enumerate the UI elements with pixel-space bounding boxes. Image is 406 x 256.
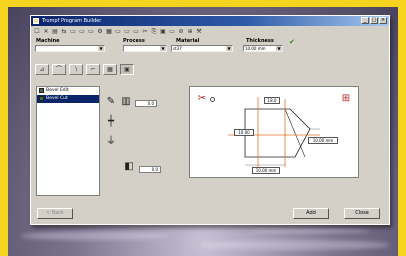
window-title: Trumpf Program Builder [42, 18, 102, 24]
chevron-down-icon: ▼ [276, 46, 282, 51]
bg-streak [20, 232, 170, 240]
list-icon[interactable]: ▤ [52, 29, 58, 35]
frame-icon[interactable]: ▭ [88, 29, 94, 35]
frame-icon[interactable]: ▭ [70, 29, 76, 35]
dim-top[interactable]: 18.0 [264, 97, 280, 104]
node-icon [39, 96, 44, 101]
nozzle-icon[interactable]: ⏚ [105, 136, 117, 148]
chevron-down-icon: ▼ [98, 46, 104, 51]
frame-icon[interactable]: ▭ [115, 29, 121, 35]
maximize-button[interactable]: □ [370, 17, 378, 24]
paste-icon[interactable]: ▣ [160, 29, 166, 35]
bg-streak [250, 228, 370, 233]
cut-icon[interactable]: ✂ [142, 29, 148, 35]
machine-label: Machine [36, 38, 60, 44]
frame-icon[interactable]: ▭ [169, 29, 175, 35]
tree-item[interactable]: Bevel Cut [37, 95, 99, 103]
bevel-radio[interactable] [210, 97, 215, 102]
mode-bevel-icon[interactable]: ⊿ [35, 64, 49, 75]
view-icon[interactable]: ⊞ [340, 93, 352, 105]
tree-item-label: Bevel Edit [46, 88, 69, 93]
grid-icon[interactable]: ▦ [106, 29, 112, 35]
angle-icon[interactable]: ┿ [105, 116, 117, 128]
mode-bend-icon[interactable]: ⌐ [86, 64, 100, 75]
add-icon[interactable]: ⊕ [187, 29, 193, 35]
settings-icon[interactable]: ⚙ [97, 29, 103, 35]
dim-left[interactable]: 10.00 [234, 129, 254, 136]
chevron-down-icon: ▼ [160, 46, 166, 51]
length-icon[interactable]: ◧ [123, 161, 135, 173]
material-select[interactable]: st37 ▼ [171, 45, 233, 52]
toolbar: ☐ ✕ ▤ ⇆ ▭ ▭ ▭ ⚙ ▦ ▭ ▭ ▭ ✂ ⎘ ▣ ▭ ⊘ ⊕ ⚒ [34, 28, 202, 36]
minimize-button[interactable]: _ [361, 17, 369, 24]
new-icon[interactable]: ☐ [34, 29, 40, 35]
close-window-button[interactable]: × [379, 17, 387, 24]
close-button[interactable]: Close [344, 208, 380, 219]
close-file-icon[interactable]: ✕ [43, 29, 49, 35]
process-select[interactable]: ▼ [123, 45, 167, 52]
length-field[interactable]: 0.0 [139, 166, 161, 173]
frame-icon[interactable]: ▭ [124, 29, 130, 35]
machine-select[interactable]: ▼ [35, 45, 105, 52]
back-button[interactable]: < Back [37, 208, 73, 219]
process-label: Process [123, 38, 145, 44]
dim-bottom[interactable]: 10.00 mm [252, 167, 280, 174]
bevel-drawing: ✂ 18.0 10.00 10.00 mm 10.00 mm ⊞ [189, 86, 359, 178]
bg-streak [200, 240, 390, 250]
add-button[interactable]: Add [293, 208, 329, 219]
copy-icon[interactable]: ⎘ [151, 29, 157, 35]
stop-icon[interactable]: ⊘ [178, 29, 184, 35]
app-icon [33, 18, 39, 24]
part-tree: Bevel Edit Bevel Cut [36, 86, 100, 196]
thickness-select[interactable]: 10.00 mm ▼ [243, 45, 283, 52]
profile-icon[interactable]: ▥ [120, 96, 132, 108]
tree-item[interactable]: Bevel Edit [37, 87, 99, 95]
torch-icon[interactable]: ✎ [105, 96, 117, 108]
frame-icon[interactable]: ▭ [79, 29, 85, 35]
thickness-label: Thickness [246, 38, 274, 44]
window-controls: _ □ × [361, 17, 387, 24]
chevron-down-icon: ▼ [226, 46, 232, 51]
swap-icon[interactable]: ⇆ [61, 29, 67, 35]
app-window: Trumpf Program Builder _ □ × ☐ ✕ ▤ ⇆ ▭ ▭… [30, 15, 390, 225]
tree-item-label: Bevel Cut [46, 96, 68, 101]
tools-icon[interactable]: ⚒ [196, 29, 202, 35]
status-check-icon: ✔ [289, 38, 295, 46]
thickness-value: 10.00 mm [245, 46, 266, 51]
frame-icon[interactable]: ▭ [133, 29, 139, 35]
mode-toolbar: ⊿ ⌒ ∖ ⌐ ▦ ▣ [35, 64, 134, 75]
mode-line-icon[interactable]: ∖ [69, 64, 83, 75]
material-value: st37 [173, 46, 182, 51]
bevel-type-icon[interactable]: ✂ [196, 93, 208, 105]
offset-field[interactable]: 0.0 [135, 100, 157, 107]
mode-arc-icon[interactable]: ⌒ [52, 64, 66, 75]
mode-table-icon[interactable]: ▦ [103, 64, 117, 75]
mode-part-icon[interactable]: ▣ [120, 64, 134, 75]
material-label: Material [176, 38, 200, 44]
title-bar[interactable]: Trumpf Program Builder _ □ × [31, 16, 389, 26]
node-icon [39, 88, 44, 93]
dim-right[interactable]: 10.00 mm [308, 137, 338, 144]
